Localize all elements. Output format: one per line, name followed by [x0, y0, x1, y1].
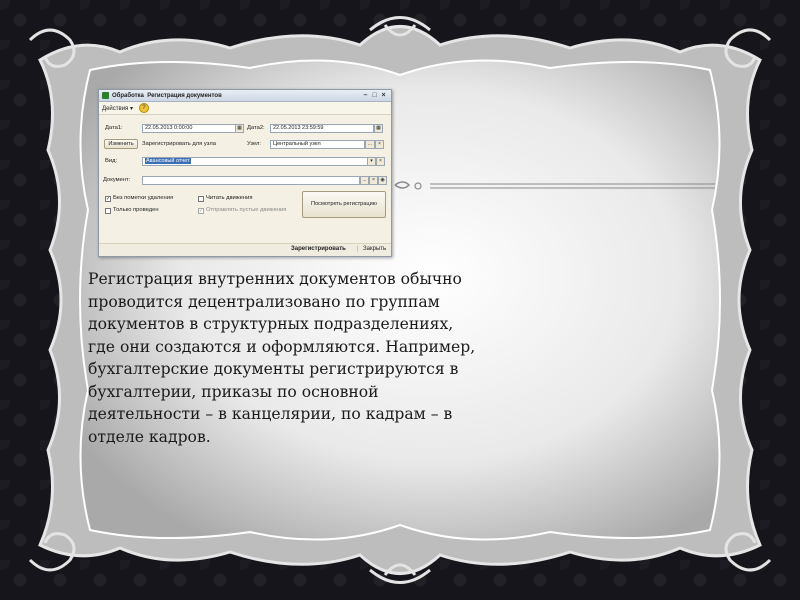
help-icon[interactable]: ?: [138, 103, 149, 113]
checkbox-no-deletion-mark-label: Без пометки удаления: [113, 195, 174, 201]
document-field[interactable]: [142, 176, 360, 185]
document-clear-icon[interactable]: ×: [369, 176, 378, 185]
date1-calendar-icon[interactable]: ▦: [235, 124, 244, 133]
main-body-text: Регистрация внутренних документов обычно…: [88, 270, 476, 446]
view-registration-button[interactable]: Посмотреть регистрацию: [302, 191, 386, 218]
registration-dialog: Обработка Регистрация документов – □ × Д…: [98, 89, 392, 257]
date1-field[interactable]: 22.05.2013 0:00:00: [142, 124, 236, 133]
node-field[interactable]: Центральный узел: [270, 140, 365, 149]
bar-separator: |: [357, 246, 359, 252]
actions-menu[interactable]: Действия ▾: [102, 105, 133, 112]
node-clear-icon[interactable]: ×: [375, 140, 384, 149]
node-label: Узел:: [247, 141, 261, 147]
dialog-toolbar: Действия ▾ ?: [99, 102, 391, 115]
close-button[interactable]: Закрыть: [363, 246, 386, 252]
maximize-icon[interactable]: □: [370, 92, 379, 99]
checkbox-only-posted-label: Только проведен: [113, 207, 159, 213]
checkbox-send-empty-movements[interactable]: ✓: [198, 208, 204, 214]
type-clear-icon[interactable]: ×: [376, 157, 385, 166]
change-button[interactable]: Изменить: [104, 139, 138, 149]
node-select-icon[interactable]: ...: [365, 140, 375, 149]
checkbox-send-empty-movements-label: Отправлять пустые движения: [206, 207, 287, 213]
type-value: Авансовый отчет: [145, 158, 191, 164]
dialog-bottom-bar: Зарегистрировать | Закрыть: [99, 243, 391, 256]
dialog-title: Обработка Регистрация документов: [112, 92, 222, 99]
register-button[interactable]: Зарегистрировать: [291, 246, 346, 252]
type-field[interactable]: Авансовый отчет: [142, 157, 368, 166]
document-select-icon[interactable]: ...: [360, 176, 369, 185]
checkbox-only-posted[interactable]: [105, 208, 111, 214]
date2-field[interactable]: 22.05.2013 23:59:59: [270, 124, 374, 133]
checkbox-read-movements[interactable]: [198, 196, 204, 202]
minimize-icon[interactable]: –: [361, 92, 370, 99]
date2-label: Дата2:: [247, 125, 265, 131]
type-dropdown-icon[interactable]: ▾: [367, 157, 376, 166]
dialog-titlebar: Обработка Регистрация документов – □ ×: [99, 90, 391, 102]
checkbox-no-deletion-mark[interactable]: ✓: [105, 196, 111, 202]
date1-label: Дата1:: [105, 125, 123, 131]
register-for-node-label: Зарегистрировать для узла: [142, 141, 216, 147]
document-open-icon[interactable]: ◉: [378, 176, 387, 185]
app-icon: [102, 92, 109, 99]
checkbox-read-movements-label: Читать движения: [206, 195, 253, 201]
close-icon[interactable]: ×: [379, 92, 388, 99]
type-label: Вид:: [105, 158, 118, 164]
date2-calendar-icon[interactable]: ▦: [374, 124, 383, 133]
document-label: Документ:: [103, 177, 131, 183]
